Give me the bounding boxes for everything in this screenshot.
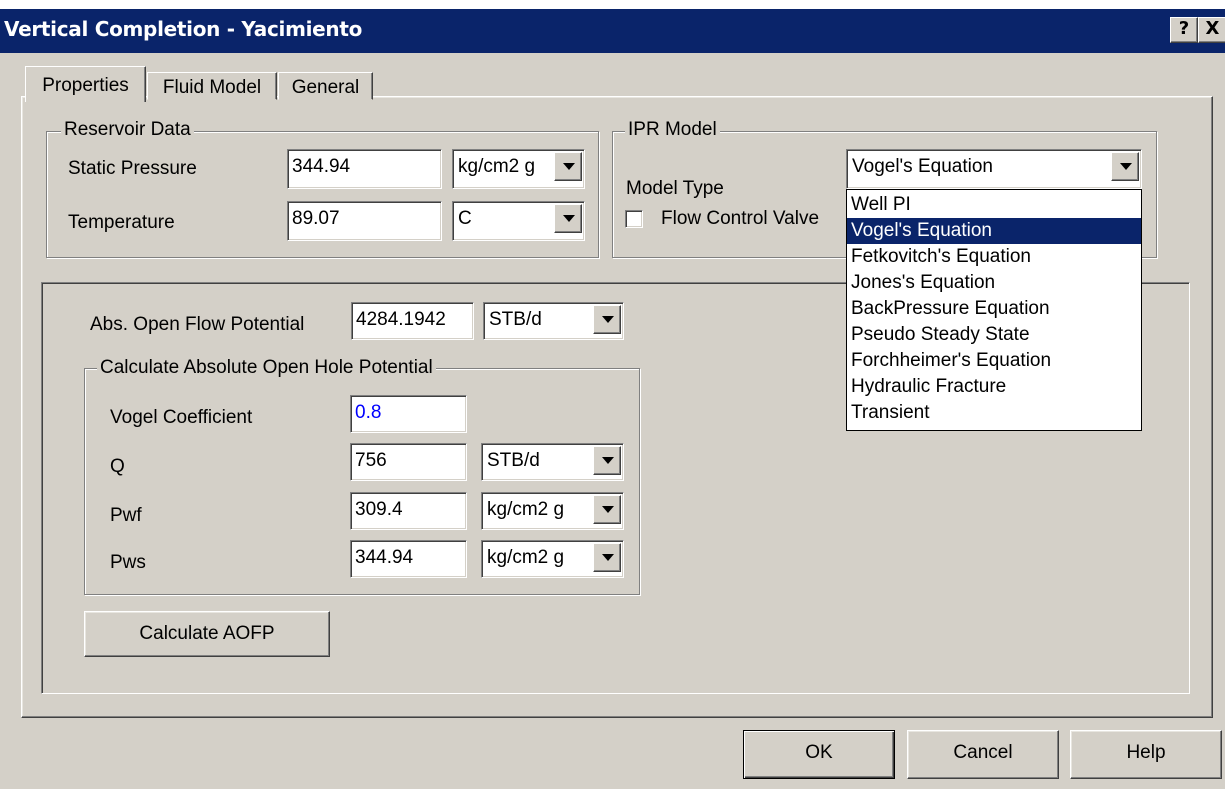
pwf-label: Pwf — [110, 505, 142, 526]
chevron-down-icon[interactable] — [593, 495, 621, 524]
tab-general[interactable]: General — [278, 72, 373, 100]
ok-button[interactable]: OK — [743, 730, 895, 779]
close-title-button[interactable]: X — [1198, 17, 1225, 43]
dropdown-option[interactable]: Jones's Equation — [847, 270, 1141, 296]
static-pressure-input[interactable]: 344.94 — [287, 149, 442, 189]
flow-control-valve-label: Flow Control Valve — [661, 208, 820, 229]
dropdown-option[interactable]: Hydraulic Fracture — [847, 374, 1141, 400]
temperature-label: Temperature — [68, 212, 175, 233]
dropdown-option[interactable]: Pseudo Steady State — [847, 322, 1141, 348]
pwf-unit-select[interactable]: kg/cm2 g — [481, 492, 624, 530]
dropdown-option[interactable]: Fetkovitch's Equation — [847, 244, 1141, 270]
temperature-unit-select[interactable]: C — [452, 201, 585, 241]
static-pressure-label: Static Pressure — [68, 158, 197, 179]
aofp-unit-select[interactable]: STB/d — [483, 302, 624, 340]
vogel-coefficient-input[interactable]: 0.8 — [350, 395, 467, 433]
pws-unit-select[interactable]: kg/cm2 g — [481, 540, 624, 578]
tab-fluid-model[interactable]: Fluid Model — [147, 72, 277, 100]
pwf-input[interactable]: 309.4 — [350, 492, 467, 530]
model-type-label: Model Type — [626, 178, 724, 199]
q-input[interactable]: 756 — [350, 443, 467, 481]
pws-label: Pws — [110, 552, 146, 573]
reservoir-data-legend: Reservoir Data — [61, 119, 194, 141]
pws-unit-value: kg/cm2 g — [487, 547, 565, 568]
vogel-coefficient-label: Vogel Coefficient — [110, 407, 253, 428]
title-bar: Vertical Completion - Yacimiento ? X — [0, 0, 1225, 53]
q-label: Q — [110, 456, 125, 477]
ipr-model-legend: IPR Model — [625, 119, 720, 141]
chevron-down-icon[interactable] — [593, 305, 621, 334]
aofp-input[interactable]: 4284.1942 — [351, 302, 474, 340]
static-pressure-unit-select[interactable]: kg/cm2 g — [452, 149, 585, 189]
window-title: Vertical Completion - Yacimiento — [4, 17, 363, 41]
tab-properties[interactable]: Properties — [25, 66, 146, 102]
aofp-label: Abs. Open Flow Potential — [90, 314, 305, 335]
calculate-aohp-legend: Calculate Absolute Open Hole Potential — [97, 357, 436, 379]
model-type-select[interactable]: Vogel's Equation — [846, 149, 1142, 189]
q-unit-value: STB/d — [487, 450, 540, 471]
chevron-down-icon[interactable] — [1111, 152, 1139, 181]
temperature-unit-value: C — [458, 208, 472, 229]
dropdown-option-selected[interactable]: Vogel's Equation — [847, 218, 1141, 244]
temperature-input[interactable]: 89.07 — [287, 201, 442, 241]
dropdown-option[interactable]: BackPressure Equation — [847, 296, 1141, 322]
cancel-button[interactable]: Cancel — [907, 730, 1059, 779]
help-button[interactable]: Help — [1070, 730, 1222, 779]
chevron-down-icon[interactable] — [554, 204, 582, 233]
aofp-unit-value: STB/d — [489, 309, 542, 330]
dropdown-option[interactable]: Well PI — [847, 192, 1141, 218]
pws-input[interactable]: 344.94 — [350, 540, 467, 578]
chevron-down-icon[interactable] — [593, 543, 621, 572]
q-unit-select[interactable]: STB/d — [481, 443, 624, 481]
model-type-value: Vogel's Equation — [852, 156, 993, 177]
dropdown-option[interactable]: Transient — [847, 400, 1141, 426]
pwf-unit-value: kg/cm2 g — [487, 499, 565, 520]
static-pressure-unit-value: kg/cm2 g — [458, 156, 536, 177]
model-type-dropdown-list: Well PI Vogel's Equation Fetkovitch's Eq… — [846, 189, 1142, 431]
dropdown-option[interactable]: Forchheimer's Equation — [847, 348, 1141, 374]
chevron-down-icon[interactable] — [554, 152, 582, 181]
chevron-down-icon[interactable] — [593, 446, 621, 475]
help-title-button[interactable]: ? — [1170, 17, 1198, 43]
flow-control-valve-checkbox[interactable] — [625, 210, 643, 228]
calculate-aofp-button[interactable]: Calculate AOFP — [84, 611, 330, 657]
